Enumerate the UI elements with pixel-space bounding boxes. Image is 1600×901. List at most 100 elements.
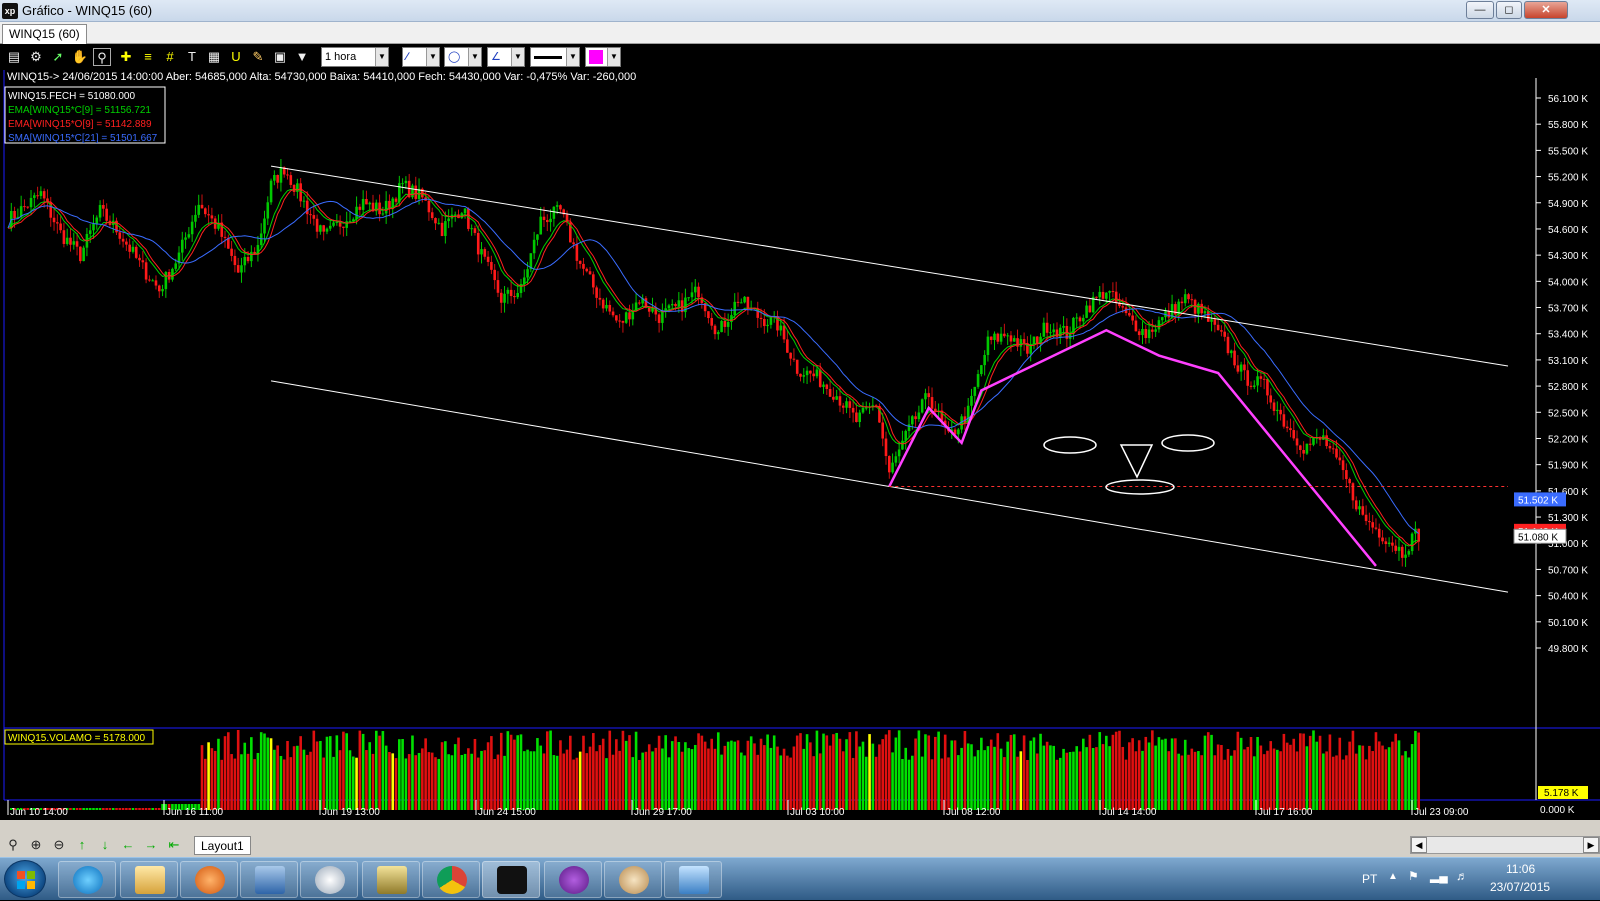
clock-date[interactable]: 23/07/2015 bbox=[1490, 880, 1550, 894]
date-tick-label: Jun 19 13:00 bbox=[322, 807, 380, 818]
layout-tab[interactable]: Layout1 bbox=[194, 836, 251, 855]
volume-bar bbox=[1124, 759, 1128, 810]
clock-time[interactable]: 11:06 bbox=[1506, 862, 1535, 876]
arrow-left-icon[interactable]: ← bbox=[119, 837, 137, 853]
scroll-left-icon[interactable]: ◀ bbox=[1411, 837, 1427, 853]
volume-bar bbox=[1111, 734, 1115, 810]
grid2-icon[interactable]: # bbox=[161, 48, 179, 66]
volume-bar bbox=[1414, 730, 1417, 810]
candle-body bbox=[582, 263, 585, 269]
volume-bar bbox=[1154, 745, 1157, 810]
taskbar-remote[interactable] bbox=[240, 861, 298, 898]
candle-body bbox=[240, 265, 243, 273]
arrow-right-icon[interactable]: → bbox=[142, 837, 160, 853]
gear-icon[interactable]: ⚙ bbox=[27, 48, 45, 66]
candle-body bbox=[1190, 299, 1194, 301]
volume-bar bbox=[259, 732, 263, 810]
volume-bar bbox=[279, 755, 283, 810]
zoom-in-icon[interactable]: ⊕ bbox=[27, 837, 45, 853]
crosshair-icon[interactable]: ✚ bbox=[117, 48, 135, 66]
taskbar-photo-viewer[interactable] bbox=[664, 861, 722, 898]
indicator-icon[interactable]: ➚ bbox=[49, 48, 67, 66]
shape-tool-select[interactable]: ◯ ▼ bbox=[444, 47, 482, 67]
volume-bar bbox=[634, 731, 638, 810]
lock-icon[interactable]: ▣ bbox=[271, 48, 289, 66]
price-chart[interactable]: WINQ15-> 24/06/2015 14:00:00 Aber: 54685… bbox=[0, 70, 1600, 820]
text-icon[interactable]: T bbox=[183, 48, 201, 66]
volume-bar bbox=[924, 734, 927, 810]
fibonacci-tool-select[interactable]: ∠ ▼ bbox=[487, 47, 525, 67]
candle-body bbox=[815, 369, 819, 377]
volume-bar bbox=[417, 752, 421, 810]
title-bar[interactable]: xp Gráfico - WINQ15 (60) — ◻ ✕ bbox=[0, 0, 1600, 22]
volume-bar bbox=[125, 808, 128, 810]
taskbar-internet-explorer[interactable] bbox=[58, 861, 116, 898]
volume-bar bbox=[1012, 734, 1016, 810]
volume-bar bbox=[881, 739, 885, 810]
price-tick-label: 55.800 K bbox=[1548, 120, 1588, 131]
pencil-icon[interactable]: ✎ bbox=[249, 48, 267, 66]
timeframe-select[interactable]: 1 hora ▼ bbox=[321, 47, 389, 67]
taskbar-xp[interactable] bbox=[482, 861, 540, 898]
candle-body bbox=[661, 310, 664, 323]
candle-body bbox=[996, 333, 1000, 342]
candle-body bbox=[197, 204, 201, 215]
candle-body bbox=[805, 370, 809, 376]
zoom-icon[interactable]: ⚲ bbox=[4, 837, 22, 853]
taskbar-media-player[interactable] bbox=[180, 861, 238, 898]
line-tool-select[interactable]: ∕ ▼ bbox=[402, 47, 440, 67]
taskbar-app[interactable] bbox=[362, 861, 420, 898]
candle-body bbox=[667, 305, 671, 309]
taskbar-app2[interactable] bbox=[544, 861, 602, 898]
taskbar-paint[interactable] bbox=[604, 861, 662, 898]
volume-bar bbox=[664, 735, 667, 810]
maximize-button[interactable]: ◻ bbox=[1496, 1, 1522, 19]
minimize-button[interactable]: — bbox=[1466, 1, 1494, 19]
volume-bar bbox=[1285, 742, 1289, 810]
start-button[interactable] bbox=[4, 860, 46, 898]
taskbar-chrome[interactable] bbox=[422, 861, 480, 898]
horizontal-scrollbar[interactable]: ◀ ▶ bbox=[1410, 836, 1600, 854]
close-button[interactable]: ✕ bbox=[1524, 1, 1568, 19]
zoom-box-icon[interactable]: ⚲ bbox=[93, 48, 111, 66]
line-width-select[interactable]: ▼ bbox=[530, 47, 580, 67]
candle-body bbox=[1006, 335, 1009, 337]
volume-bar bbox=[1220, 745, 1223, 810]
arrow-end-icon[interactable]: ⇤ bbox=[165, 837, 183, 853]
chevron-up-icon[interactable]: ▲ bbox=[1388, 871, 1398, 882]
arrow-down-icon[interactable]: ↓ bbox=[96, 837, 114, 853]
network-icon[interactable]: ▂▄ bbox=[1430, 869, 1448, 883]
taskbar-explorer[interactable] bbox=[120, 861, 178, 898]
volume-bar bbox=[342, 731, 345, 810]
volume-bar bbox=[1276, 749, 1279, 810]
volume-bar bbox=[148, 808, 151, 810]
language-indicator[interactable]: PT bbox=[1362, 872, 1377, 886]
magnet-icon[interactable]: U bbox=[227, 48, 245, 66]
zoom-out-icon[interactable]: ⊖ bbox=[50, 837, 68, 853]
color-select[interactable]: ▼ bbox=[585, 47, 621, 67]
tab-winq15-60[interactable]: WINQ15 (60) bbox=[2, 24, 87, 44]
calculator-icon[interactable]: ▦ bbox=[205, 48, 223, 66]
filter-icon[interactable]: ▼ bbox=[293, 48, 311, 66]
volume-bar bbox=[1128, 742, 1131, 810]
volume-icon[interactable]: ♬ bbox=[1456, 869, 1468, 883]
candle-body bbox=[1272, 402, 1276, 411]
grid-icon[interactable]: ≡ bbox=[139, 48, 157, 66]
hand-icon[interactable]: ✋ bbox=[71, 48, 89, 66]
bar-chart-icon[interactable]: ▤ bbox=[5, 48, 23, 66]
candle-body bbox=[1183, 294, 1187, 304]
volume-bar bbox=[302, 749, 306, 810]
photo-viewer-icon bbox=[679, 866, 709, 894]
candle-body bbox=[861, 407, 865, 413]
taskbar-hp[interactable] bbox=[300, 861, 358, 898]
volume-bar bbox=[930, 759, 934, 810]
arrow-up-icon[interactable]: ↑ bbox=[73, 837, 91, 853]
scroll-right-icon[interactable]: ▶ bbox=[1583, 837, 1599, 853]
candle-body bbox=[381, 213, 385, 215]
volume-bar bbox=[444, 741, 447, 810]
candle-body bbox=[506, 289, 510, 294]
volume-bar bbox=[1052, 745, 1056, 810]
volume-bar bbox=[1190, 748, 1194, 810]
volume-bar bbox=[1361, 745, 1365, 810]
flag-icon[interactable]: ⚑ bbox=[1408, 869, 1419, 883]
